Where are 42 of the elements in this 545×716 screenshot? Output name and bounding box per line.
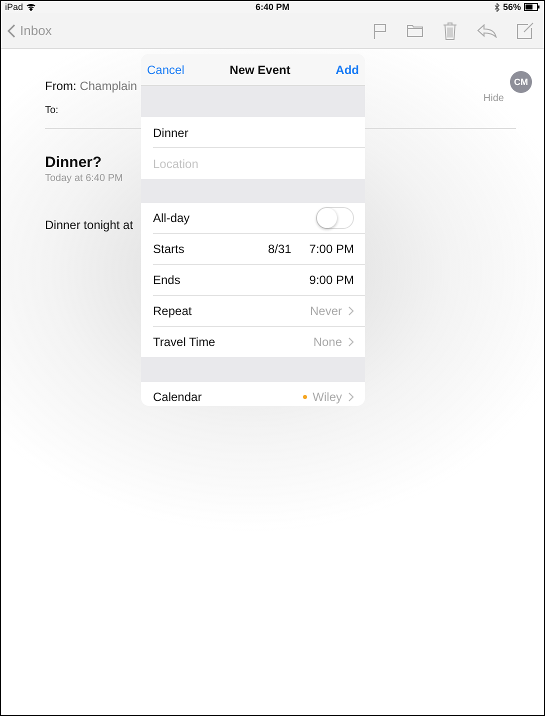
row-label: All-day xyxy=(153,211,190,225)
row-label: Travel Time xyxy=(153,335,216,349)
location-field[interactable]: Location xyxy=(141,148,365,179)
row-label: Repeat xyxy=(153,304,192,318)
chevron-icon xyxy=(348,337,354,347)
from-label: From: xyxy=(45,79,76,93)
row-value: None xyxy=(313,335,342,349)
flag-icon[interactable] xyxy=(373,22,387,38)
chevron-icon xyxy=(348,392,354,402)
cancel-button[interactable]: Cancel xyxy=(147,62,184,76)
hide-link[interactable]: Hide xyxy=(483,93,504,104)
to-label: To: xyxy=(45,105,58,116)
battery-icon xyxy=(524,3,540,11)
folder-icon[interactable] xyxy=(407,24,423,37)
back-chevron-icon xyxy=(7,24,16,38)
device-name: iPad xyxy=(5,2,24,12)
toggle-switch[interactable] xyxy=(316,207,354,229)
compose-icon[interactable] xyxy=(517,22,534,39)
trash-icon[interactable] xyxy=(443,22,457,40)
row-value: Wiley xyxy=(312,390,342,404)
reply-icon[interactable] xyxy=(477,24,497,38)
bluetooth-icon xyxy=(494,2,500,12)
battery-percent: 56% xyxy=(502,2,521,12)
row-label: Starts xyxy=(153,242,184,256)
email-subject: Dinner? xyxy=(45,154,102,171)
status-time: 6:40 PM xyxy=(256,2,290,12)
start-date: 8/31 xyxy=(268,242,292,256)
email-date: Today at 6:40 PM xyxy=(45,173,123,184)
back-button[interactable]: Inbox xyxy=(7,23,52,38)
wifi-icon xyxy=(26,3,36,11)
chevron-icon xyxy=(348,306,354,316)
row-label: Ends xyxy=(153,273,180,287)
email-body: Dinner tonight at xyxy=(45,218,134,232)
add-button[interactable]: Add xyxy=(336,62,359,76)
popover-title: New Event xyxy=(230,62,290,76)
row-value: Never xyxy=(310,304,342,318)
row-value: 9:00 PM xyxy=(309,273,354,287)
row-value: 7:00 PM xyxy=(309,242,354,256)
avatar: CM xyxy=(510,71,532,93)
row-label: Calendar xyxy=(153,390,202,404)
title-field[interactable]: Dinner xyxy=(141,117,365,148)
sender-name: Champlain xyxy=(80,79,138,93)
